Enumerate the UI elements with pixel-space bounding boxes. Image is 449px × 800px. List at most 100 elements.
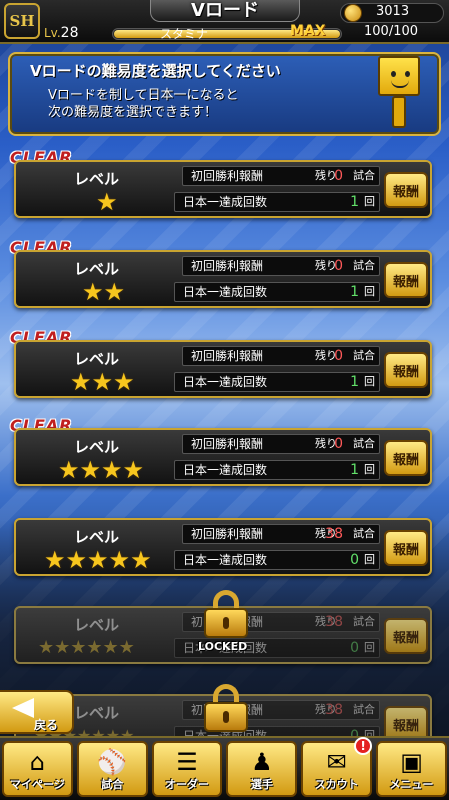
nav-button[interactable]: ⚾ 試合 (76, 741, 148, 797)
match-icon: ⚾ (97, 748, 128, 776)
first-win-reward-label: 初回勝利報酬 (191, 169, 264, 183)
nav-label: スカウト (314, 778, 359, 791)
first-win-reward-label: 初回勝利報酬 (191, 437, 264, 451)
difficulty-stars: ★ (96, 188, 118, 216)
bottom-nav: ⌂ マイページ ⚾ 試合 ☰ オーダー ♟ 選手 ✉ スカウト! ▣ メニュー (0, 736, 449, 800)
champion-count-label: 日本一達成回数 (183, 463, 268, 477)
instruction-line-2: 次の難易度を選択できます！ (48, 105, 218, 120)
level-label: レベル (74, 170, 120, 188)
champion-count-info: 日本一達成回数 1 回 (174, 460, 380, 480)
mascot-eye (391, 71, 396, 77)
times-unit: 回 (364, 641, 375, 654)
stamina-label: スタミナ (160, 27, 209, 41)
times-unit: 回 (364, 375, 375, 388)
champion-count-info: 日本一達成回数 0 回 (174, 550, 380, 570)
games-unit: 試合 (353, 615, 375, 628)
games-unit: 試合 (353, 259, 375, 272)
first-win-reward-label: 初回勝利報酬 (191, 349, 264, 363)
first-win-reward-info: 初回勝利報酬 残り 0 試合 (182, 166, 380, 186)
locked-label: LOCKED (198, 640, 248, 653)
lock-icon (204, 590, 248, 638)
nav-button[interactable]: ▣ メニュー (376, 741, 447, 797)
champion-count-label: 日本一達成回数 (183, 195, 268, 209)
difficulty-stars: ★★★★★★ (38, 637, 135, 658)
lock-keyhole (223, 617, 229, 629)
mascot-icon (378, 56, 422, 134)
mascot-mouth (391, 80, 409, 88)
nav-button[interactable]: ♟ 選手 (226, 741, 298, 797)
coin-count: 3013 (376, 4, 410, 19)
instruction-body: Vロードを制して日本一になると 次の難易度を選択できます！ (48, 87, 239, 121)
mascot-head (378, 56, 420, 96)
first-win-reward-info: 初回勝利報酬 残り 0 試合 (182, 256, 380, 276)
nav-label: 試合 (101, 778, 124, 791)
level-row[interactable]: CLEAR レベル ★★ 初回勝利報酬 残り 0 試合 日本一達成回数 1 回 … (10, 238, 432, 308)
mascot-body (392, 96, 406, 128)
remaining-games: 0 (334, 168, 343, 184)
remaining-games: 38 (325, 702, 343, 718)
difficulty-stars: ★★★★★ (44, 546, 152, 574)
reward-button[interactable]: 報酬 (384, 618, 428, 654)
team-logo: SH (4, 3, 40, 39)
times-unit: 回 (364, 285, 375, 298)
level-value: 28 (60, 25, 79, 41)
menu-icon: ▣ (400, 748, 423, 776)
coin-icon (344, 4, 362, 22)
nav-label: メニュー (389, 778, 434, 791)
champion-count-label: 日本一達成回数 (183, 375, 268, 389)
games-unit: 試合 (353, 527, 375, 540)
difficulty-stars: ★★ (82, 278, 126, 306)
remaining-games: 0 (334, 258, 343, 274)
player-level: Lv.28 (44, 25, 79, 41)
reward-button[interactable]: 報酬 (384, 262, 428, 298)
level-prefix: Lv. (44, 26, 61, 40)
times-unit: 回 (364, 463, 375, 476)
level-label: レベル (74, 260, 120, 278)
lock-keyhole (223, 711, 229, 723)
reward-button[interactable]: 報酬 (384, 440, 428, 476)
back-arrow-icon (12, 698, 34, 718)
level-row[interactable]: CLEAR レベル ★★★★ 初回勝利報酬 残り 0 試合 日本一達成回数 1 … (10, 416, 432, 486)
level-row[interactable]: CLEAR レベル ★ 初回勝利報酬 残り 0 試合 日本一達成回数 1 回 報… (10, 148, 432, 218)
nav-label: オーダー (165, 778, 210, 791)
notification-badge: ! (354, 737, 373, 755)
instruction-heading: Vロードの難易度を選択してください (30, 62, 281, 80)
champion-count: 1 (350, 462, 359, 478)
home-icon: ⌂ (29, 748, 46, 776)
nav-label: マイページ (10, 778, 65, 791)
nav-button[interactable]: ✉ スカウト! (301, 737, 373, 797)
reward-button[interactable]: 報酬 (384, 352, 428, 388)
champion-count-info: 日本一達成回数 1 回 (174, 282, 380, 302)
games-unit: 試合 (353, 703, 375, 716)
champion-count: 1 (350, 284, 359, 300)
level-label: レベル (74, 528, 120, 546)
champion-count: 0 (350, 640, 359, 656)
back-button[interactable]: 戻る (0, 690, 74, 734)
games-unit: 試合 (353, 349, 375, 362)
level-row[interactable]: CLEAR レベル ★★★ 初回勝利報酬 残り 0 試合 日本一達成回数 1 回… (10, 328, 432, 398)
first-win-reward-label: 初回勝利報酬 (191, 527, 264, 541)
reward-button[interactable]: 報酬 (384, 172, 428, 208)
order-icon: ☰ (176, 748, 198, 776)
level-row: レベル ★★★★★★ 初回勝利報酬 残り 38 試合 日本一達成回数 0 回 報… (14, 590, 432, 664)
remaining-games: 0 (334, 348, 343, 364)
first-win-reward-info: 初回勝利報酬 残り 0 試合 (182, 434, 380, 454)
level-label: レベル (74, 438, 120, 456)
games-unit: 試合 (353, 169, 375, 182)
nav-label: 選手 (250, 778, 273, 791)
champion-count-info: 日本一達成回数 1 回 (174, 192, 380, 212)
nav-button[interactable]: ☰ オーダー (151, 741, 223, 797)
level-label: レベル (74, 350, 120, 368)
level-label: レベル (74, 616, 120, 634)
lock-icon (204, 684, 248, 732)
champion-count-info: 日本一達成回数 1 回 (174, 372, 380, 392)
times-unit: 回 (364, 195, 375, 208)
reward-button[interactable]: 報酬 (384, 530, 428, 566)
first-win-reward-info: 初回勝利報酬 残り 0 試合 (182, 346, 380, 366)
champion-count-label: 日本一達成回数 (183, 285, 268, 299)
champion-count: 0 (350, 552, 359, 568)
nav-button[interactable]: ⌂ マイページ (2, 741, 73, 797)
level-row[interactable]: レベル ★★★★★ 初回勝利報酬 残り 38 試合 日本一達成回数 0 回 報酬 (14, 518, 432, 576)
remaining-games: 38 (325, 526, 343, 542)
level-label: レベル (74, 704, 120, 722)
